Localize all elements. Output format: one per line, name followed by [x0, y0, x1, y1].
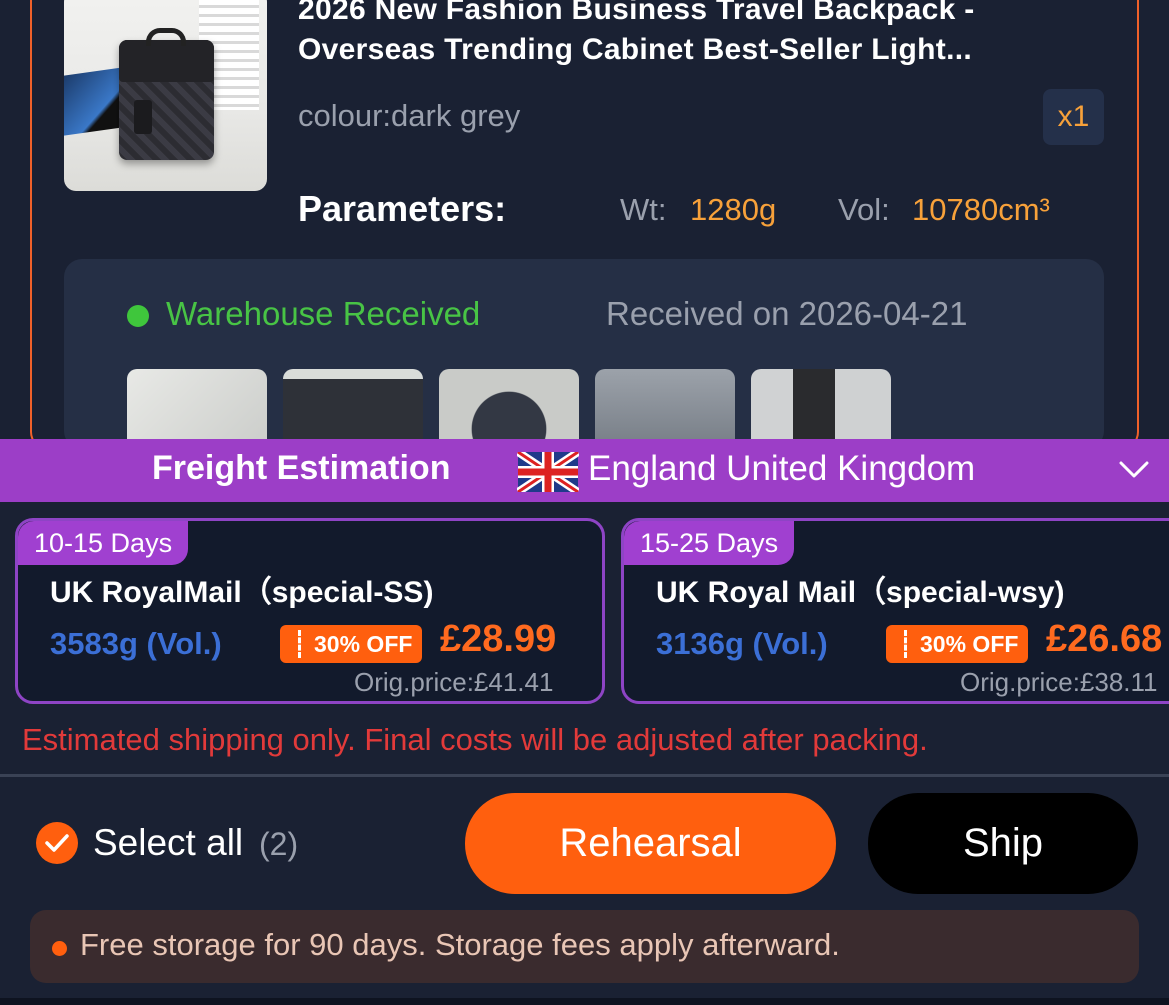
select-all-checkbox[interactable] [36, 822, 78, 864]
bottom-edge [0, 998, 1169, 1005]
carrier-name: UK RoyalMail（special-SS) [50, 576, 434, 609]
warehouse-status: Warehouse Received [166, 295, 481, 332]
checkmark-icon [45, 834, 69, 852]
shipping-option[interactable]: 10-15 Days UK RoyalMail（special-SS) 3583… [15, 518, 605, 704]
volume-value: 10780cm³ [912, 192, 1050, 227]
warehouse-photo[interactable] [595, 369, 735, 449]
select-all-label[interactable]: Select all [93, 822, 243, 864]
notice-dot-icon [52, 941, 67, 956]
chevron-down-icon[interactable] [1118, 459, 1150, 481]
product-colour: colour:dark grey [298, 98, 521, 133]
destination-country: England United Kingdom [588, 449, 976, 488]
storage-notice-text: Free storage for 90 days. Storage fees a… [80, 927, 840, 962]
received-date: Received on 2026-04-21 [606, 295, 968, 332]
shipping-price: £28.99 [440, 618, 557, 660]
rehearsal-button[interactable]: Rehearsal [465, 793, 836, 894]
shipping-option[interactable]: 15-25 Days UK Royal Mail（special-wsy) 31… [621, 518, 1169, 704]
product-thumbnail[interactable] [64, 0, 267, 191]
quantity-badge: x1 [1043, 89, 1104, 145]
storage-notice-banner: Free storage for 90 days. Storage fees a… [30, 910, 1139, 983]
warehouse-photo[interactable] [439, 369, 579, 449]
discount-badge: 30% OFF [886, 625, 1029, 663]
delivery-days-badge: 10-15 Days [18, 521, 189, 565]
backpack-handle [146, 28, 186, 46]
product-title-line2: Overseas Trending Cabinet Best-Seller Li… [298, 33, 972, 66]
chargeable-weight: 3583g (Vol.) [50, 626, 222, 661]
warehouse-photo[interactable] [283, 369, 423, 449]
freight-title: Freight Estimation [152, 449, 451, 487]
backpack-tag [134, 100, 152, 134]
weight-value: 1280g [690, 192, 777, 227]
warehouse-photos [127, 369, 891, 449]
freight-estimation-bar[interactable]: Freight Estimation England United Kingdo… [0, 439, 1169, 502]
carrier-name: UK Royal Mail（special-wsy) [656, 576, 1065, 609]
original-price: Orig.price:£41.41 [354, 667, 554, 697]
chargeable-weight: 3136g (Vol.) [656, 626, 828, 661]
warehouse-photo[interactable] [127, 369, 267, 449]
product-title-line1: 2026 New Fashion Business Travel Backpac… [298, 0, 975, 26]
selected-count: (2) [259, 826, 299, 862]
status-dot-icon [127, 305, 149, 327]
weight-label: Wt: [620, 192, 667, 227]
volume-label: Vol: [838, 192, 890, 227]
shipping-price: £26.68 [1046, 618, 1163, 660]
backpack-flap [119, 40, 214, 82]
warehouse-photo[interactable] [751, 369, 891, 449]
ship-button[interactable]: Ship [868, 793, 1138, 894]
discount-badge: 30% OFF [280, 625, 423, 663]
warehouse-panel: Warehouse Received Received on 2026-04-2… [64, 259, 1104, 449]
uk-flag-icon [517, 452, 579, 492]
product-title[interactable]: 2026 New Fashion Business Travel Backpac… [298, 0, 1098, 70]
parameters-label: Parameters: [298, 188, 507, 229]
divider [0, 774, 1169, 777]
original-price: Orig.price:£38.11 [960, 667, 1158, 697]
shipping-notice: Estimated shipping only. Final costs wil… [22, 722, 928, 757]
delivery-days-badge: 15-25 Days [624, 521, 795, 565]
